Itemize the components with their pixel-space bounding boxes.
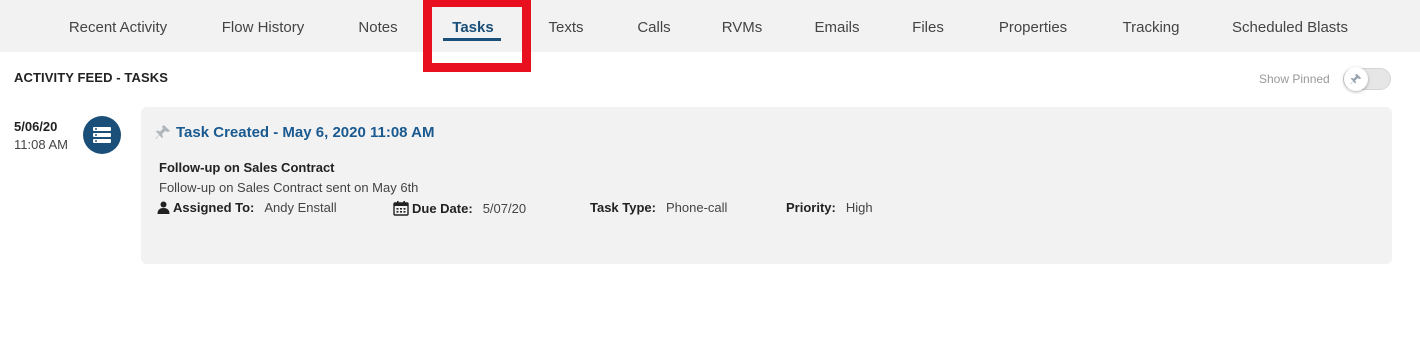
- task-list-icon: [83, 116, 121, 154]
- priority-value: High: [845, 200, 873, 215]
- show-pinned-toggle[interactable]: [1343, 67, 1391, 91]
- assigned-to: Assigned To: Andy Enstall: [157, 200, 337, 215]
- task-description: Follow-up on Sales Contract sent on May …: [159, 180, 419, 195]
- assigned-to-label: Assigned To:: [173, 200, 255, 215]
- priority: Priority: High: [786, 200, 873, 215]
- priority-label: Priority:: [786, 200, 836, 215]
- entry-date: 5/06/20: [14, 119, 58, 134]
- task-name: Follow-up on Sales Contract: [159, 160, 335, 175]
- pin-icon[interactable]: [155, 124, 171, 140]
- tab-tracking[interactable]: Tracking: [1123, 0, 1180, 52]
- user-icon: [157, 201, 170, 214]
- due-date-label: Due Date:: [412, 200, 473, 216]
- tab-bar: Recent Activity Flow History Notes Tasks…: [0, 0, 1420, 52]
- calendar-icon: [393, 200, 409, 216]
- tab-texts[interactable]: Texts: [548, 0, 583, 52]
- tab-emails[interactable]: Emails: [814, 0, 859, 52]
- tab-flow-history[interactable]: Flow History: [222, 0, 305, 52]
- task-type-label: Task Type:: [590, 200, 656, 215]
- page-title: ACTIVITY FEED - TASKS: [14, 70, 169, 85]
- active-tab-indicator: [443, 38, 501, 41]
- tab-recent-activity[interactable]: Recent Activity: [69, 0, 167, 52]
- tab-tasks[interactable]: Tasks: [452, 0, 493, 52]
- due-date-value: 5/07/20: [482, 200, 527, 216]
- task-type-value: Phone-call: [665, 200, 728, 215]
- toggle-knob: [1344, 67, 1368, 91]
- due-date: Due Date: 5/07/20: [393, 200, 526, 216]
- tab-calls[interactable]: Calls: [637, 0, 670, 52]
- tab-properties[interactable]: Properties: [999, 0, 1067, 52]
- show-pinned-label: Show Pinned: [1259, 72, 1330, 86]
- assigned-to-value: Andy Enstall: [264, 200, 337, 215]
- tab-notes[interactable]: Notes: [358, 0, 397, 52]
- tab-rvms[interactable]: RVMs: [722, 0, 763, 52]
- tab-scheduled-blasts[interactable]: Scheduled Blasts: [1232, 0, 1348, 52]
- tab-files[interactable]: Files: [912, 0, 944, 52]
- activity-card: Task Created - May 6, 2020 11:08 AM Foll…: [141, 107, 1392, 264]
- task-created-title[interactable]: Task Created - May 6, 2020 11:08 AM: [176, 124, 434, 141]
- pin-icon: [1350, 73, 1362, 85]
- entry-time: 11:08 AM: [14, 137, 68, 152]
- task-type: Task Type: Phone-call: [590, 200, 727, 215]
